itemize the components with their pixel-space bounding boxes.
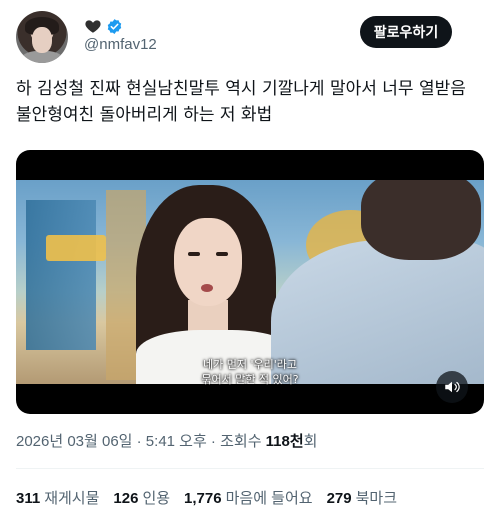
bookmarks-label: 북마크 bbox=[355, 490, 397, 507]
tweet-text: 하 김성철 진짜 현실남친말투 역시 기깔나게 말아서 너무 열받음 불안형여친… bbox=[16, 79, 466, 125]
bookmarks-count: 279 bbox=[326, 490, 352, 507]
verified-badge-icon bbox=[107, 18, 122, 34]
retweets-count: 311 bbox=[16, 490, 41, 507]
tweet-video[interactable]: 네가 먼저 '우리'라고 묶어서 말한 적 있어? bbox=[16, 150, 484, 414]
mute-button[interactable] bbox=[436, 371, 468, 403]
divider bbox=[16, 468, 484, 469]
woman-left-eye bbox=[188, 252, 200, 256]
avatar-face bbox=[32, 27, 52, 53]
quotes-stat[interactable]: 126 인용 bbox=[113, 487, 170, 508]
author-name-row[interactable] bbox=[84, 16, 123, 36]
view-count-suffix: 회 bbox=[303, 433, 318, 450]
black-heart-icon bbox=[85, 20, 101, 33]
woman-mouth bbox=[201, 284, 213, 292]
woman-right-eye bbox=[216, 252, 228, 256]
follow-button[interactable]: 팔로우하기 bbox=[360, 16, 452, 48]
quotes-count: 126 bbox=[113, 490, 139, 507]
background-building bbox=[26, 200, 96, 350]
avatar[interactable] bbox=[16, 11, 68, 63]
bookmarks-stat[interactable]: 279 북마크 bbox=[327, 487, 397, 508]
video-frame bbox=[16, 180, 484, 384]
man-head bbox=[361, 180, 481, 260]
tweet-meta: 2026년 03월 06일 · 5:41 오후 · 조회수 118천회 bbox=[16, 430, 317, 451]
video-subtitle-line1: 네가 먼저 '우리'라고 bbox=[202, 358, 297, 371]
speaker-muted-icon bbox=[445, 381, 460, 393]
tweet-datetime[interactable]: 2026년 03월 06일 · 5:41 오후 · 조회수 bbox=[16, 433, 266, 450]
retweets-stat[interactable]: 311 재게시물 bbox=[16, 487, 99, 508]
retweets-label: 재게시물 bbox=[44, 490, 100, 507]
likes-count: 1,776 bbox=[184, 490, 222, 507]
likes-label: 마음에 들어요 bbox=[225, 490, 313, 507]
likes-stat[interactable]: 1,776 마음에 들어요 bbox=[184, 487, 313, 508]
view-count: 118천 bbox=[265, 433, 304, 450]
video-subtitle-line2: 묶어서 말한 적 있어? bbox=[201, 373, 299, 386]
engagement-stats: 311 재게시물 126 인용 1,776 마음에 들어요 279 북마크 bbox=[16, 487, 397, 508]
author-handle[interactable]: @nmfav12 bbox=[84, 36, 157, 53]
background-sign bbox=[46, 235, 106, 261]
quotes-label: 인용 bbox=[142, 490, 171, 507]
woman-face bbox=[174, 218, 242, 306]
